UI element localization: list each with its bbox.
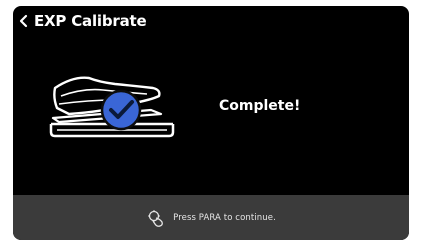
continue-hint-text: Press PARA to continue. — [173, 212, 276, 223]
back-button[interactable]: EXP Calibrate — [13, 6, 147, 36]
chevron-left-icon[interactable] — [15, 12, 33, 30]
expression-pedal-check-icon — [43, 74, 178, 144]
page-title: EXP Calibrate — [34, 12, 147, 30]
footer-hint-bar: Press PARA to continue. — [13, 195, 409, 240]
hand-knob-icon — [146, 208, 166, 228]
calibration-screen: EXP Calibrate Complete! Press PARA to co… — [13, 6, 409, 240]
continue-hint: Press PARA to continue. — [146, 208, 276, 228]
header-bar: EXP Calibrate — [13, 6, 409, 36]
calibration-status: Complete! — [219, 98, 301, 114]
